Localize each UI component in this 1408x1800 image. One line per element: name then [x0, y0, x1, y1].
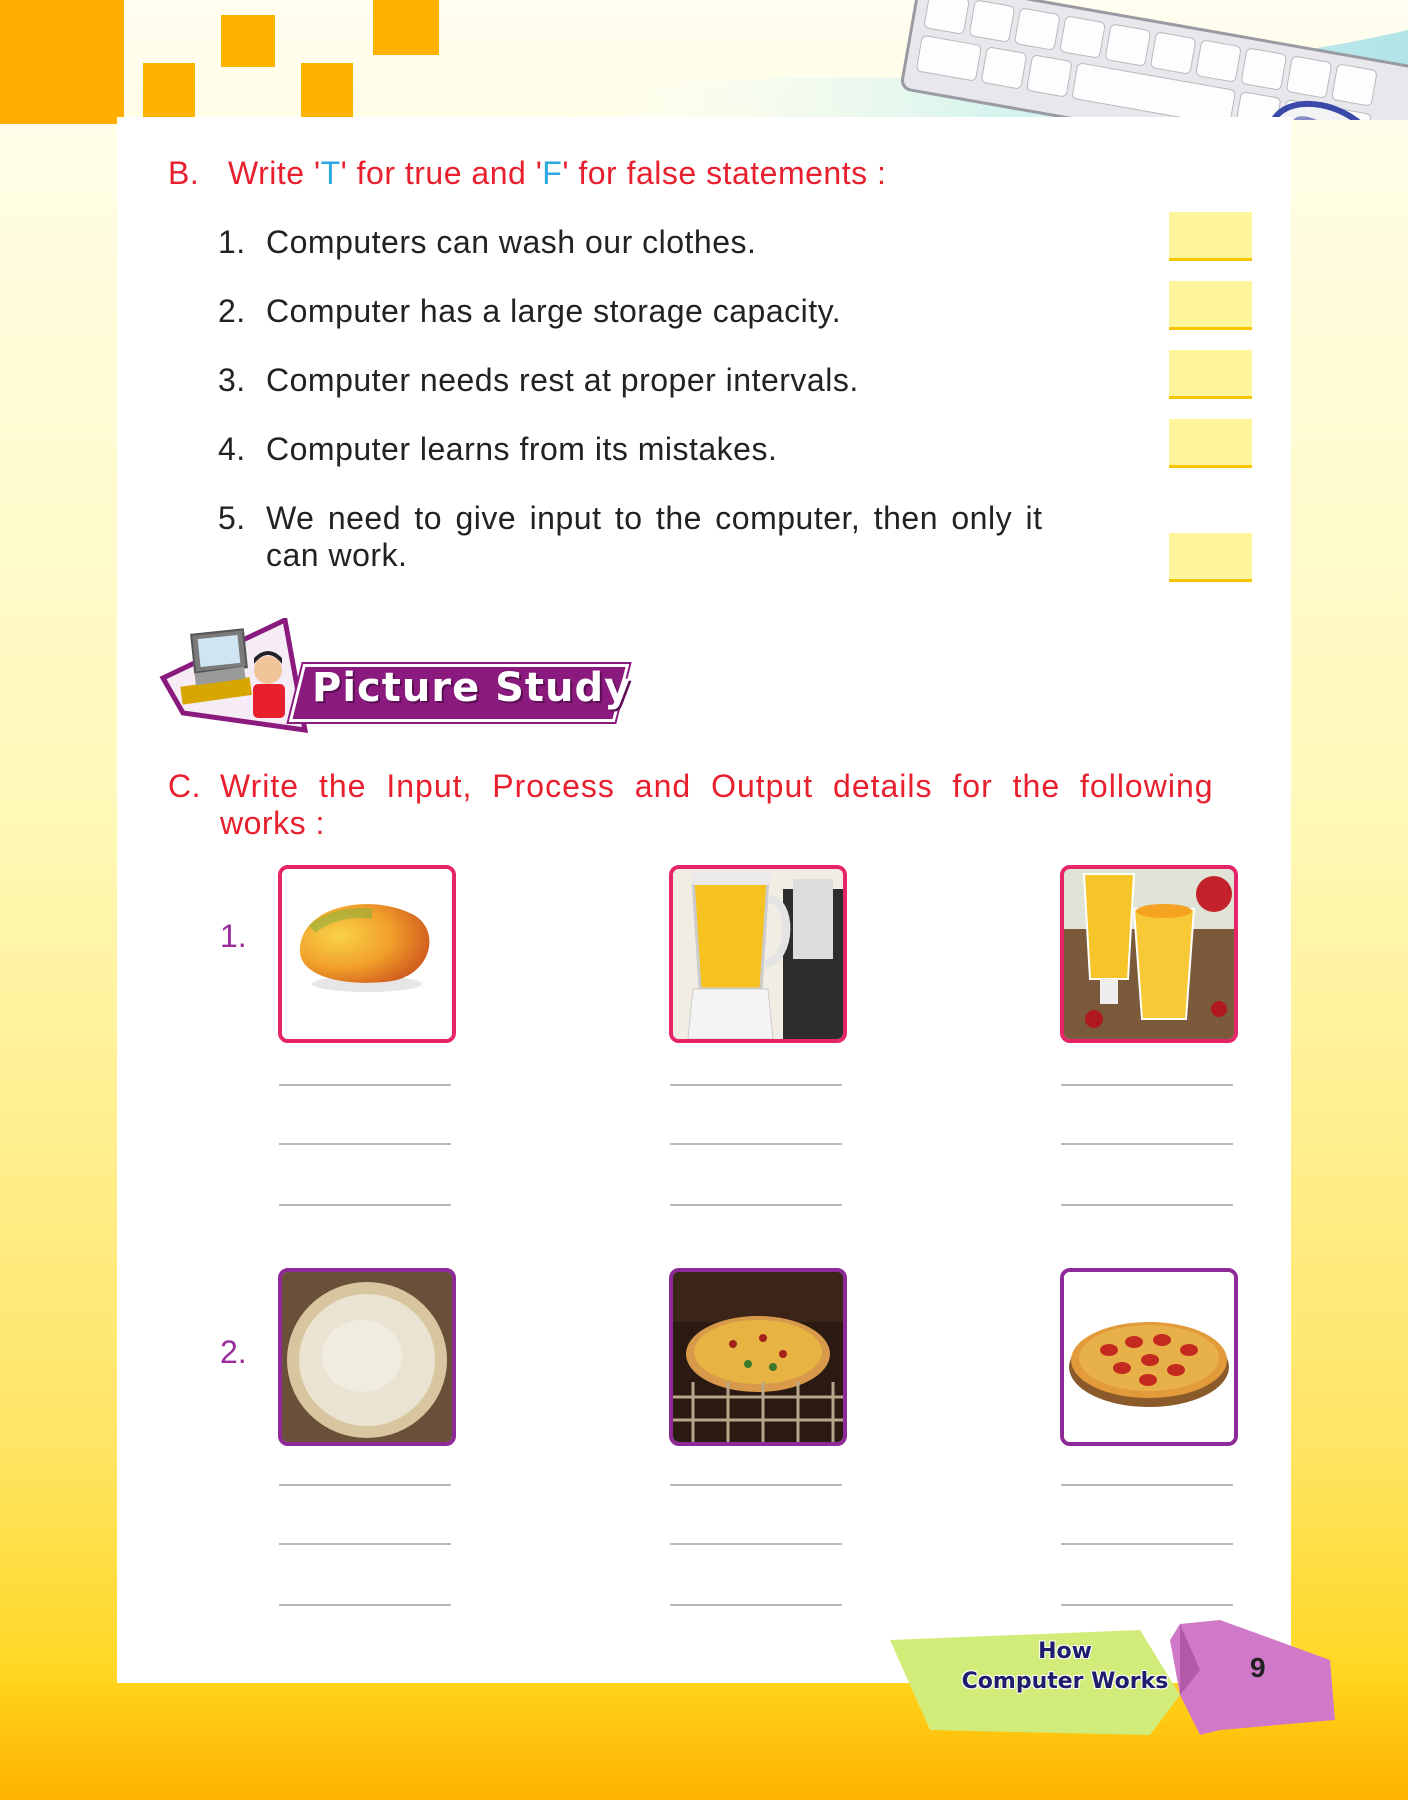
answer-box-1[interactable]: [1169, 212, 1252, 261]
answer-line[interactable]: [1061, 1484, 1233, 1486]
answer-line[interactable]: [1061, 1204, 1233, 1206]
answer-box-2[interactable]: [1169, 281, 1252, 330]
answer-line[interactable]: [670, 1204, 842, 1206]
chapter-title: How Computer Works: [961, 1639, 1169, 1694]
mango-shake-glasses-image: [1060, 865, 1238, 1043]
statement-1: 1. Computers can wash our clothes.: [218, 224, 757, 260]
section-b-heading: B. Write 'T' for true and 'F' for false …: [168, 155, 887, 191]
answer-line[interactable]: [1061, 1143, 1233, 1145]
decor-square: [221, 15, 275, 67]
statement-2: 2. Computer has a large storage capacity.: [218, 293, 842, 329]
section-letter: C.: [168, 768, 201, 804]
answer-line[interactable]: [670, 1484, 842, 1486]
statement-5: 5. We need to give input to the computer,…: [218, 500, 1043, 573]
answer-line[interactable]: [670, 1084, 842, 1086]
answer-line[interactable]: [279, 1543, 451, 1545]
answer-line[interactable]: [1061, 1543, 1233, 1545]
section-c-heading: C. Write the Input, Process and Output de…: [168, 768, 1214, 841]
page-number: 9: [1250, 1652, 1266, 1683]
keyboard-mouse-illustration: [560, 0, 1408, 120]
answer-box-4[interactable]: [1169, 419, 1252, 468]
pepperoni-pizza-image: [1060, 1268, 1238, 1446]
juice-blender-image: [669, 865, 847, 1043]
pizza-dough-base-image: [278, 1268, 456, 1446]
corner-decoration: [0, 0, 124, 124]
answer-line[interactable]: [1061, 1604, 1233, 1606]
row-number: 2.: [220, 1334, 247, 1370]
answer-line[interactable]: [670, 1604, 842, 1606]
answer-line[interactable]: [279, 1604, 451, 1606]
mango-image: [278, 865, 456, 1043]
answer-line[interactable]: [1061, 1084, 1233, 1086]
answer-line[interactable]: [279, 1204, 451, 1206]
answer-line[interactable]: [670, 1143, 842, 1145]
answer-box-3[interactable]: [1169, 350, 1252, 399]
answer-box-5[interactable]: [1169, 533, 1252, 582]
decor-square: [143, 63, 195, 117]
row-number: 1.: [220, 918, 247, 954]
picture-study-title: Picture Study: [312, 665, 632, 711]
answer-line[interactable]: [670, 1543, 842, 1545]
decor-square: [373, 0, 439, 55]
statement-3: 3. Computer needs rest at proper interval…: [218, 362, 859, 398]
section-letter: B.: [168, 155, 200, 191]
answer-line[interactable]: [279, 1084, 451, 1086]
answer-line[interactable]: [279, 1484, 451, 1486]
answer-line[interactable]: [279, 1143, 451, 1145]
pizza-in-oven-image: [669, 1268, 847, 1446]
decor-square: [301, 63, 353, 117]
statement-4: 4. Computer learns from its mistakes.: [218, 431, 778, 467]
